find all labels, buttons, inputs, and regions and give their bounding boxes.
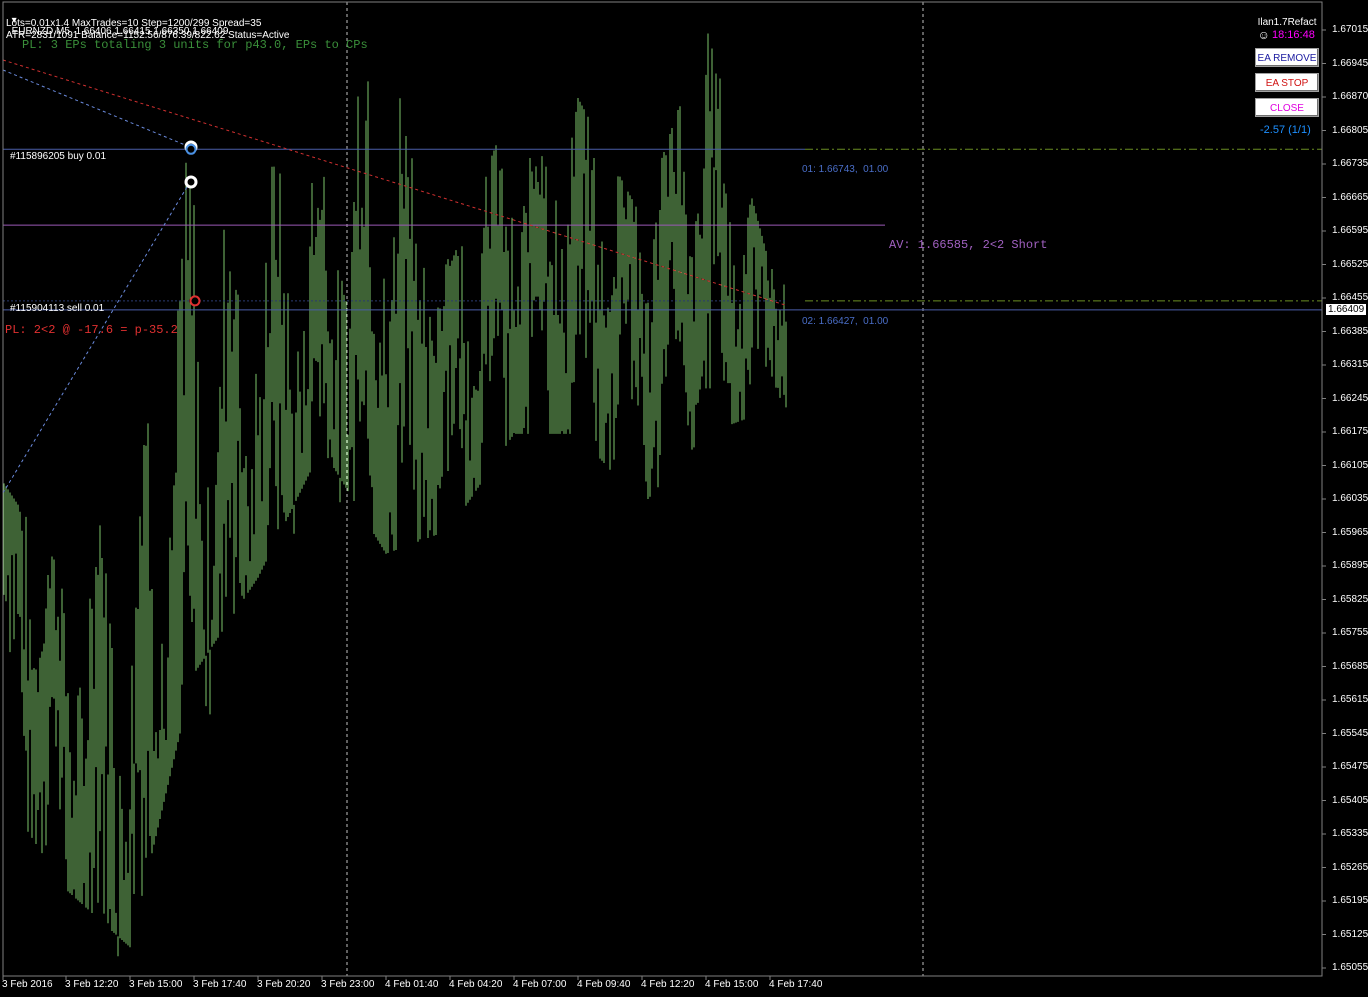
price-tick-label: 1.66525	[1332, 258, 1368, 270]
price-tick-label: 1.66870	[1332, 91, 1368, 102]
time-tick-label: 3 Feb 23:00	[321, 979, 375, 990]
ea-remove-button[interactable]: EA REMOVE	[1255, 48, 1319, 67]
settings-line: Lots=0.01x1.4 MaxTrades=10 Step=1200/299…	[6, 18, 262, 29]
price-tick-label: 1.66385	[1332, 325, 1368, 337]
price-tick-label: 1.65755	[1332, 627, 1368, 638]
exit-point-marker	[184, 175, 198, 189]
price-tick-label: 1.66805	[1332, 124, 1368, 136]
buy-order-label[interactable]: #115896205 buy 0.01	[10, 151, 106, 162]
time-tick-label: 3 Feb 15:00	[129, 979, 183, 990]
time-tick-label: 3 Feb 20:20	[257, 979, 311, 990]
time-tick-label: 4 Feb 01:40	[385, 979, 439, 990]
price-tick-label: 1.66105	[1332, 459, 1368, 471]
time-tick-label: 4 Feb 15:00	[705, 979, 759, 990]
time-tick-label: 3 Feb 17:40	[193, 979, 247, 990]
buy-entry-marker	[185, 143, 197, 155]
price-tick-label: 1.67015	[1332, 24, 1368, 35]
price-tick-label: 1.65615	[1332, 694, 1368, 705]
ea-stop-button[interactable]: EA STOP	[1255, 73, 1319, 92]
price-tick-label: 1.65545	[1332, 727, 1368, 739]
trend-line-blue-upper	[2, 69, 191, 148]
ea-name-label: Ilan1.7Refact	[1257, 17, 1317, 28]
price-tick-label: 1.66175	[1332, 426, 1368, 437]
ea-clock: 18:16:48	[1272, 29, 1315, 41]
price-tick-label: 1.65195	[1332, 895, 1368, 906]
price-tick-label: 1.66945	[1332, 57, 1368, 69]
price-tick-label: 1.66035	[1332, 493, 1368, 504]
price-tick-label: 1.65895	[1332, 560, 1368, 571]
price-chart[interactable]	[0, 0, 1368, 997]
price-tick-label: 1.66595	[1332, 225, 1368, 236]
price-tick-label: 1.65825	[1332, 593, 1368, 605]
price-tick-label: 1.66315	[1332, 359, 1368, 370]
sell-entry-marker	[189, 295, 201, 307]
level2-label: 02: 1.66427, 01.00	[802, 316, 889, 327]
average-label: AV: 1.66585, 2<2 Short	[889, 238, 1048, 252]
time-tick-label: 4 Feb 07:00	[513, 979, 567, 990]
pl-label: PL: 2<2 @ -17.6 = p-35.2	[5, 323, 178, 337]
price-tick-label: 1.65475	[1332, 761, 1368, 772]
time-tick-label: 4 Feb 04:20	[449, 979, 503, 990]
price-tick-label: 1.65055	[1332, 962, 1368, 973]
time-tick-label: 4 Feb 09:40	[577, 979, 631, 990]
time-tick-label: 3 Feb 12:20	[65, 979, 119, 990]
price-tick-label: 1.66735	[1332, 158, 1368, 169]
price-tick-label: 1.65965	[1332, 526, 1368, 538]
ea-profit: -2.57 (1/1)	[1260, 124, 1311, 136]
close-button[interactable]: CLOSE	[1255, 98, 1319, 117]
chart-frame	[2, 1, 1323, 977]
price-tick-label: 1.65405	[1332, 794, 1368, 806]
chart-grid	[346, 2, 924, 976]
price-tick-label: 1.65685	[1332, 660, 1368, 672]
ohlc-bars	[3, 33, 787, 957]
sell-order-label[interactable]: #115904113 sell 0.01	[10, 303, 104, 314]
current-price-badge: 1.66409	[1326, 303, 1367, 315]
time-tick-label: 3 Feb 2016	[2, 979, 53, 990]
smiley-icon: ☺	[1257, 28, 1270, 42]
price-tick-label: 1.65265	[1332, 861, 1368, 873]
trend-line-blue-lower	[2, 181, 191, 494]
price-tick-label: 1.66665	[1332, 191, 1368, 203]
time-tick-label: 4 Feb 17:40	[769, 979, 823, 990]
level1-label: 01: 1.66743, 01.00	[802, 164, 889, 175]
price-tick-label: 1.66245	[1332, 392, 1368, 404]
time-tick-label: 4 Feb 12:20	[641, 979, 695, 990]
pl-summary: PL: 3 EPs totaling 3 units for p43.0, EP…	[22, 38, 368, 52]
price-tick-label: 1.65125	[1332, 928, 1368, 940]
price-tick-label: 1.65335	[1332, 828, 1368, 839]
price-tick-label: 1.66455	[1332, 292, 1368, 303]
